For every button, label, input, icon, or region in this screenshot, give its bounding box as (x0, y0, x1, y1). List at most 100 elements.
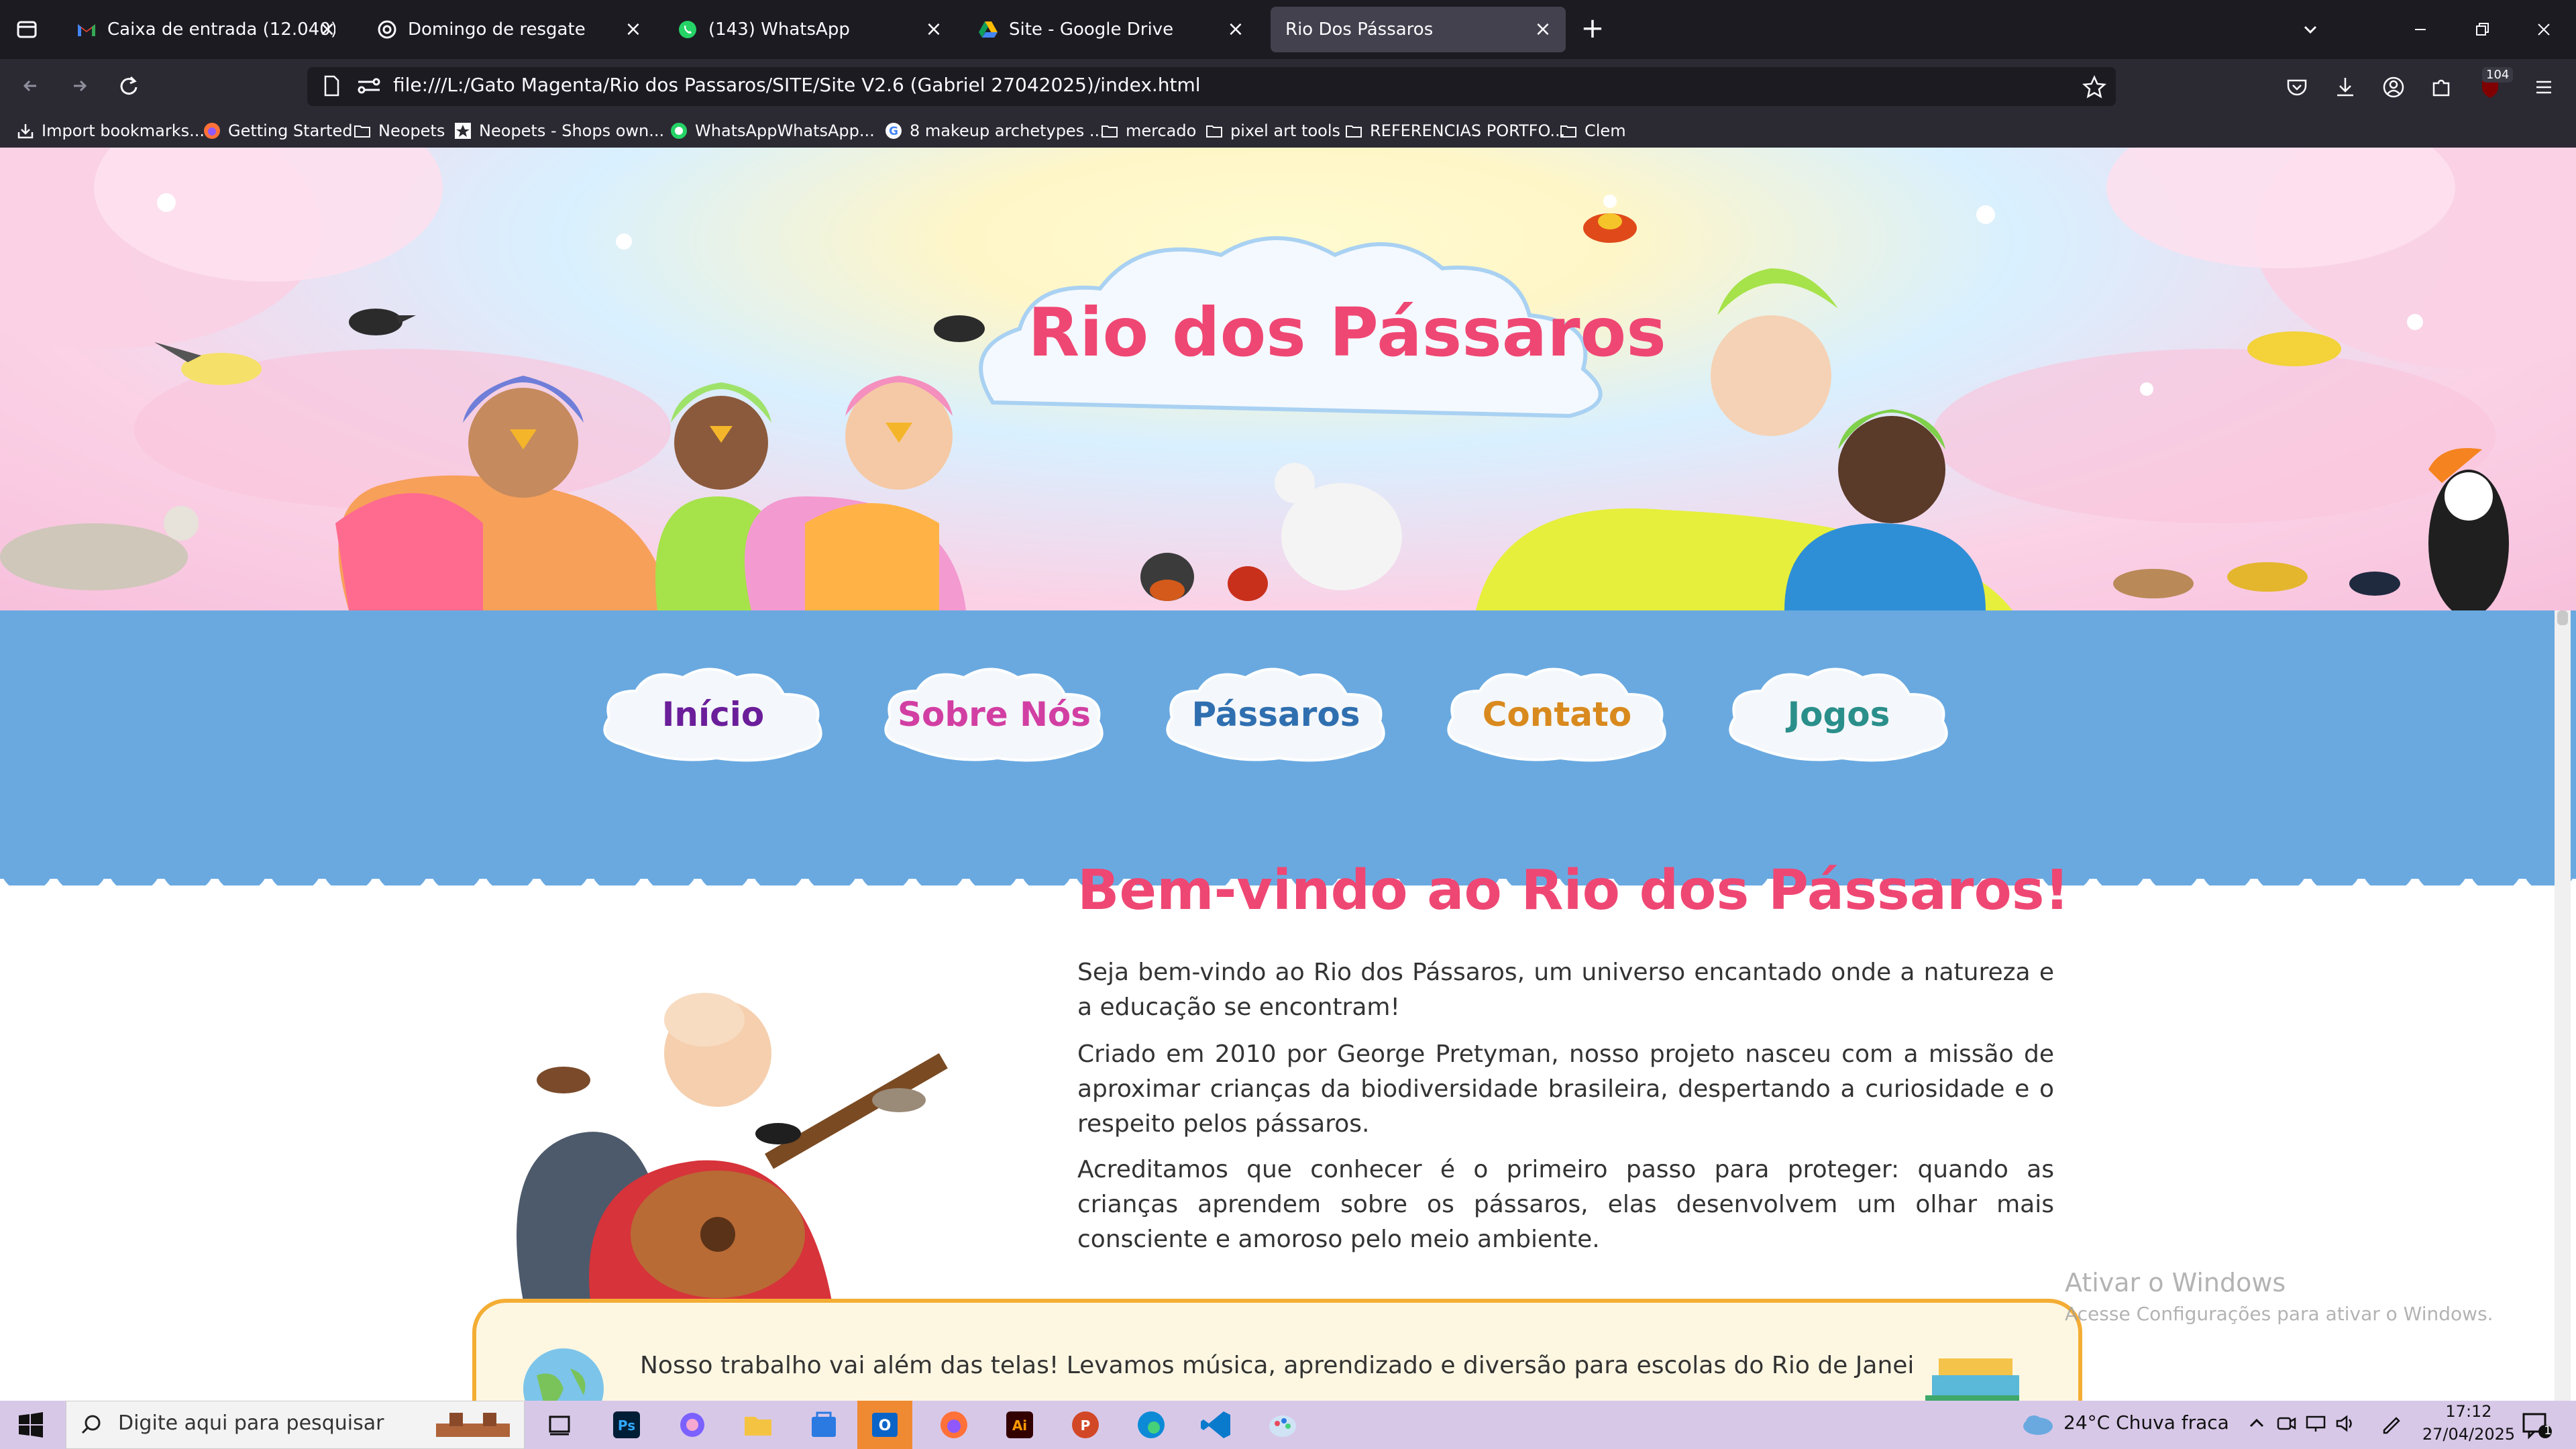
tab-whatsapp[interactable]: (143) WhatsApp × (663, 7, 957, 52)
close-tab-icon[interactable]: × (318, 19, 337, 40)
welcome-title: Bem-vindo ao Rio dos Pássaros! (1077, 859, 2070, 922)
bird-illustration (349, 309, 416, 335)
file-explorer-icon[interactable] (738, 1405, 778, 1445)
bird-illustration (1228, 566, 1268, 601)
tab-chatgpt[interactable]: Domingo de resgate × (362, 7, 656, 52)
nav-passaros-button[interactable]: Pássaros (1159, 657, 1393, 771)
minimize-icon[interactable] (2406, 15, 2435, 44)
close-tab-icon[interactable]: × (924, 19, 943, 40)
edge-icon[interactable] (1131, 1405, 1171, 1445)
pen-icon[interactable] (2379, 1411, 2403, 1436)
task-view-icon[interactable] (539, 1405, 580, 1445)
menu-icon[interactable] (2529, 72, 2559, 102)
bookmark-item[interactable]: REFERENCIAS PORTFO... (1344, 119, 1565, 142)
url-text[interactable]: file:///L:/Gato Magenta/Rio dos Passaros… (393, 74, 1201, 96)
bookmark-item[interactable]: WhatsAppWhatsApp... (669, 119, 875, 142)
white-bird-illustration (1275, 463, 1402, 590)
close-tab-icon[interactable]: × (1534, 19, 1552, 40)
hero-illustration: Rio dos Pássaros (0, 148, 2576, 610)
guitar-player-illustration (517, 993, 948, 1301)
vscode-icon[interactable] (1197, 1405, 1237, 1445)
nav-inicio-button[interactable]: Início (596, 657, 830, 771)
weather-icon[interactable] (2019, 1406, 2057, 1444)
reload-icon[interactable] (114, 71, 144, 101)
nav-label: Contato (1482, 695, 1632, 734)
chatgpt-icon (377, 19, 397, 40)
import-icon (16, 121, 35, 140)
bookmark-item[interactable]: Getting Started (203, 119, 353, 142)
search-placeholder: Digite aqui para pesquisar (118, 1411, 384, 1435)
bookmark-item[interactable]: Clem (1559, 119, 1626, 142)
powerpoint-icon[interactable]: P (1065, 1405, 1106, 1445)
web-page: Rio dos Pássaros Início Sobre Nós Pássar… (0, 148, 2576, 1401)
search-icon (78, 1411, 105, 1438)
forward-icon[interactable] (64, 71, 94, 101)
windows-start-icon[interactable] (15, 1409, 47, 1441)
paint-icon[interactable] (1263, 1405, 1303, 1445)
bookmark-item[interactable]: mercado (1100, 119, 1196, 142)
bookmark-item[interactable]: Neopets (353, 119, 445, 142)
restore-icon[interactable] (2467, 15, 2497, 44)
firefox-icon[interactable] (934, 1405, 974, 1445)
folder-icon (1205, 121, 1224, 140)
nav-contato-button[interactable]: Contato (1440, 657, 1674, 771)
clock-date[interactable]: 27/04/2025 (2418, 1425, 2520, 1444)
extensions-icon[interactable] (2427, 72, 2457, 102)
tab-title: Site - Google Drive (1009, 19, 1174, 40)
meet-now-icon[interactable] (2274, 1411, 2298, 1436)
toucan-illustration (2428, 448, 2509, 610)
bird-illustration (934, 315, 985, 342)
svg-text:Ai: Ai (1012, 1417, 1027, 1434)
nav-sobre-nos-button[interactable]: Sobre Nós (877, 657, 1112, 771)
network-icon[interactable] (2304, 1411, 2328, 1436)
new-tab-icon[interactable]: + (1578, 14, 1607, 44)
info-text: Nosso trabalho vai além das telas! Levam… (640, 1352, 1915, 1379)
intro-paragraph: Seja bem-vindo ao Rio dos Pássaros, um u… (1077, 959, 2054, 1021)
bookmark-item[interactable]: pixel art tools (1205, 119, 1340, 142)
illustrator-icon[interactable]: Ai (1000, 1405, 1040, 1445)
outlook-icon[interactable]: O (857, 1401, 912, 1449)
close-tab-icon[interactable]: × (1226, 19, 1245, 40)
downloads-icon[interactable] (2330, 72, 2360, 102)
tab-gmail[interactable]: Caixa de entrada (12.040) - lgat × (62, 7, 350, 52)
tab-rio-dos-passaros[interactable]: Rio Dos Pássaros × (1271, 7, 1566, 52)
gmail-icon (76, 19, 97, 40)
tab-google-drive[interactable]: Site - Google Drive × (963, 7, 1258, 52)
permissions-icon[interactable] (356, 74, 382, 98)
bookmark-item[interactable]: G 8 makeup archetypes ... (884, 119, 1105, 142)
bird-illustration (2349, 572, 2400, 596)
pocket-icon[interactable] (2282, 72, 2312, 102)
bird-illustration (2247, 331, 2341, 366)
tab-title: (143) WhatsApp (708, 19, 850, 40)
lapwing-illustration (0, 506, 199, 590)
weather-text[interactable]: 24°C Chuva fraca (2063, 1411, 2229, 1434)
bookmark-star-icon[interactable] (2080, 72, 2109, 102)
google-drive-icon (978, 19, 998, 40)
bookmark-item[interactable]: Import bookmarks... (16, 119, 205, 142)
nav-jogos-button[interactable]: Jogos (1721, 657, 1956, 771)
bird-illustration (1583, 213, 1637, 243)
microsoft-store-icon[interactable] (804, 1405, 844, 1445)
photoshop-icon[interactable]: Ps (606, 1405, 647, 1445)
folder-icon (1344, 121, 1363, 140)
folder-icon (353, 121, 372, 140)
activate-windows-subtitle: Acesse Configurações para ativar o Windo… (2065, 1303, 2493, 1325)
close-tab-icon[interactable]: × (624, 19, 643, 40)
show-hidden-icons[interactable] (2245, 1411, 2269, 1436)
scrollbar-thumb[interactable] (2557, 610, 2568, 625)
activate-windows-title: Ativar o Windows (2065, 1268, 2286, 1297)
list-all-tabs-icon[interactable] (2296, 15, 2325, 44)
nav-label: Jogos (1787, 695, 1890, 734)
bird-illustration (154, 342, 262, 385)
scrollbar-track[interactable] (2555, 610, 2571, 1401)
volume-icon[interactable] (2333, 1411, 2357, 1436)
back-icon[interactable] (16, 71, 46, 101)
extension-badge: 104 (2482, 67, 2514, 83)
copilot-icon[interactable] (672, 1405, 712, 1445)
tab-list-icon[interactable] (12, 15, 42, 44)
close-window-icon[interactable] (2529, 15, 2559, 44)
clock-time[interactable]: 17:12 (2438, 1402, 2500, 1421)
bookmark-item[interactable]: Neopets - Shops own... (453, 119, 664, 142)
whatsapp-icon (678, 19, 698, 40)
account-icon[interactable] (2379, 72, 2408, 102)
